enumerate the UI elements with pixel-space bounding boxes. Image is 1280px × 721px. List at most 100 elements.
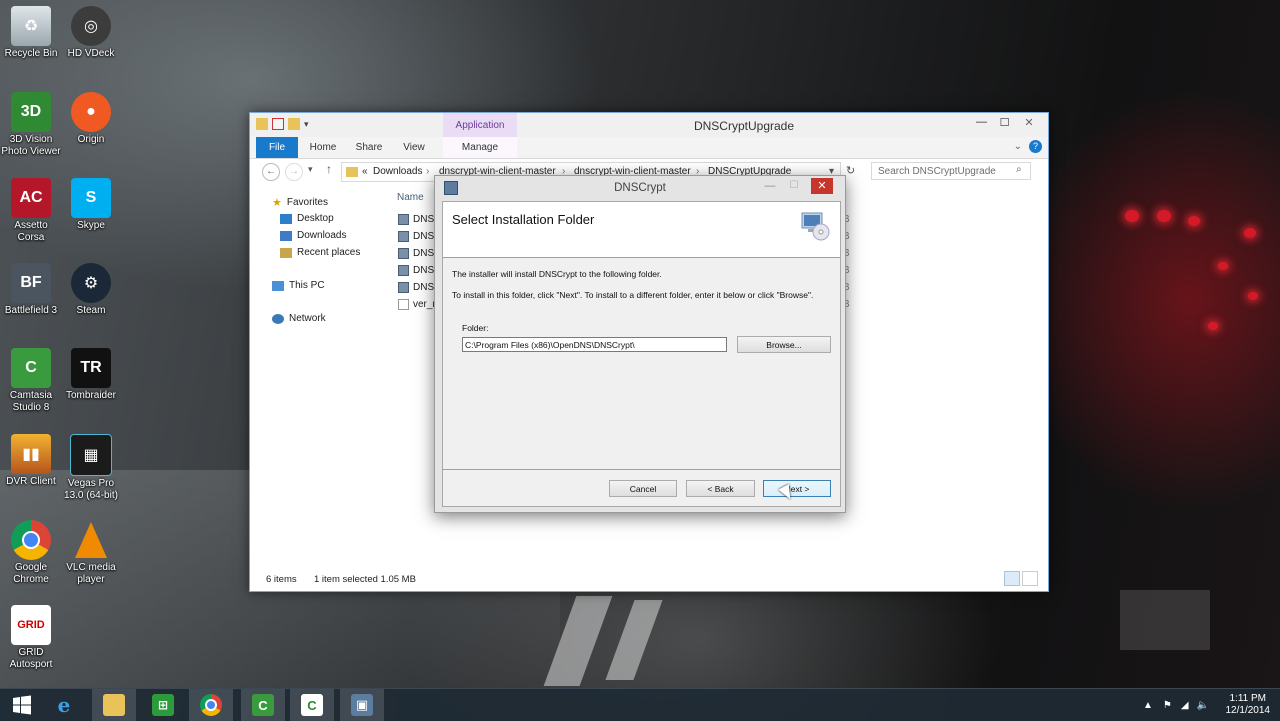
desktop-icon-vlc[interactable]: VLC media player	[60, 520, 122, 586]
minimize-button[interactable]: —	[763, 180, 777, 192]
status-item-count: 6 items	[266, 574, 297, 585]
folder-path-input[interactable]: C:\Program Files (x86)\OpenDNS\DNSCrypt\	[462, 337, 727, 352]
hd-vdeck-icon: ◎	[71, 6, 111, 46]
taskbar-file-explorer[interactable]	[92, 689, 136, 721]
maximize-button[interactable]: ☐	[993, 113, 1016, 131]
taskbar-camtasia[interactable]: C	[290, 689, 334, 721]
installer-file-icon	[398, 265, 409, 276]
show-hidden-icons-icon[interactable]: ▲	[1143, 700, 1153, 711]
browse-button[interactable]: Browse...	[737, 336, 831, 353]
maximize-button[interactable]: ☐	[787, 180, 801, 191]
wallpaper-red-light	[1218, 262, 1228, 270]
start-button[interactable]	[0, 689, 44, 721]
desktop-icon-recycle-bin[interactable]: ♻ Recycle Bin	[0, 6, 62, 60]
wallpaper-red-light	[1157, 210, 1171, 222]
dialog-heading: Select Installation Folder	[452, 212, 595, 227]
status-bar: 6 items 1 item selected 1.05 MB	[250, 570, 1048, 591]
install-instructions: To install in this folder, click "Next".…	[452, 290, 814, 300]
clock-time: 1:11 PM	[1229, 693, 1267, 704]
desktop-icon-battlefield[interactable]: BF Battlefield 3	[0, 263, 62, 317]
desktop-icon-origin[interactable]: ● Origin	[60, 92, 122, 146]
dialog-body: Select Installation Folder The installer…	[442, 201, 841, 507]
up-arrow-icon[interactable]: ↑	[326, 162, 332, 176]
wallpaper-red-light	[1244, 228, 1256, 238]
taskbar-chrome[interactable]	[189, 689, 233, 721]
column-header-name[interactable]: Name	[397, 192, 424, 203]
installer-file-icon	[398, 282, 409, 293]
computer-cd-icon	[801, 212, 830, 241]
tab-file[interactable]: File	[256, 137, 298, 158]
desktop-icon-grid-autosport[interactable]: GRID GRID Autosport	[0, 605, 62, 671]
back-arrow-icon[interactable]: ←	[262, 163, 280, 181]
help-icon[interactable]: ?	[1029, 140, 1042, 153]
desktop-icon	[280, 213, 292, 224]
wallpaper-red-light	[1188, 216, 1200, 226]
tombraider-icon: TR	[71, 348, 111, 388]
camtasia-icon: C	[301, 694, 323, 716]
desktop-icon-hd-vdeck[interactable]: ◎ HD VDeck	[60, 6, 122, 60]
nav-desktop[interactable]: Desktop	[280, 213, 334, 224]
star-icon: ★	[272, 197, 282, 209]
chrome-icon	[200, 694, 222, 716]
nav-this-pc[interactable]: This PC	[272, 280, 325, 291]
taskbar-store[interactable]: ⊞	[141, 689, 185, 721]
cancel-button[interactable]: Cancel	[609, 480, 677, 497]
dialog-titlebar[interactable]: DNSCrypt — ☐ ✕	[435, 176, 845, 200]
desktop-icon-dvr-client[interactable]: ▮▮ DVR Client	[0, 434, 62, 488]
nav-network[interactable]: Network	[272, 313, 326, 324]
taskbar-clock[interactable]: 1:11 PM 12/1/2014	[1226, 693, 1271, 717]
desktop-icon-assetto-corsa[interactable]: AC Assetto Corsa	[0, 178, 62, 244]
volume-icon[interactable]: 🔈	[1197, 700, 1209, 711]
chrome-icon	[11, 520, 51, 560]
recent-locations-chevron-icon[interactable]: ▾	[308, 164, 313, 175]
wallpaper-red-light	[1125, 210, 1139, 222]
forward-arrow-icon[interactable]: →	[285, 163, 303, 181]
search-icon[interactable]: ⌕	[1016, 164, 1022, 175]
installer-file-icon	[398, 248, 409, 259]
nav-recent-places[interactable]: Recent places	[280, 247, 360, 258]
desktop-icon-steam[interactable]: ⚙ Steam	[60, 263, 122, 317]
nav-downloads[interactable]: Downloads	[280, 230, 346, 241]
taskbar-installer[interactable]: ▣	[340, 689, 384, 721]
close-button[interactable]: ✕	[811, 178, 833, 194]
breadcrumb-separator-icon[interactable]: ›	[426, 163, 429, 181]
recycle-bin-icon: ♻	[11, 6, 51, 46]
network-signal-icon[interactable]: ◢	[1181, 700, 1189, 711]
desktop-icon-3d-vision[interactable]: 3D 3D Vision Photo Viewer	[0, 92, 62, 158]
steam-icon: ⚙	[71, 263, 111, 303]
back-button[interactable]: < Back	[686, 480, 755, 497]
installer-file-icon	[398, 214, 409, 225]
search-input[interactable]: Search DNSCryptUpgrade	[871, 162, 1031, 180]
skype-icon: S	[71, 178, 111, 218]
explorer-titlebar[interactable]: ▾ Application Tools DNSCryptUpgrade — ☐ …	[250, 113, 1048, 157]
vlc-icon	[71, 520, 111, 560]
taskbar-camtasia-recorder[interactable]: C	[241, 689, 285, 721]
desktop-icon-tombraider[interactable]: TR Tombraider	[60, 348, 122, 402]
tab-view[interactable]: View	[393, 137, 435, 158]
details-view-button[interactable]	[1004, 571, 1020, 586]
action-center-flag-icon[interactable]: ⚑	[1163, 700, 1172, 711]
desktop-icon-google-chrome[interactable]: Google Chrome	[0, 520, 62, 586]
dnscrypt-installer-dialog[interactable]: DNSCrypt — ☐ ✕ Select Installation Folde…	[434, 175, 846, 513]
desktop-icon-skype[interactable]: S Skype	[60, 178, 122, 232]
breadcrumb-downloads[interactable]: Downloads	[373, 163, 422, 181]
refresh-icon[interactable]: ↻	[846, 164, 855, 177]
breadcrumb-overflow[interactable]: «	[362, 163, 368, 181]
next-button[interactable]: Next >	[763, 480, 831, 497]
large-icons-view-button[interactable]	[1022, 571, 1038, 586]
nav-favorites[interactable]: ★ Favorites	[272, 196, 328, 209]
windows-start-icon	[13, 695, 31, 715]
wallpaper-red-light	[1208, 322, 1218, 330]
tab-home[interactable]: Home	[302, 137, 344, 158]
minimize-button[interactable]: —	[970, 113, 993, 131]
file-row[interactable]: ver_n	[398, 299, 438, 310]
recent-places-icon	[280, 247, 292, 258]
tab-manage[interactable]: Manage	[443, 137, 517, 158]
close-button[interactable]: ✕	[1016, 113, 1042, 131]
window-controls: — ☐ ✕	[970, 113, 1042, 131]
desktop-icon-vegas-pro[interactable]: ▦ Vegas Pro 13.0 (64-bit)	[60, 434, 122, 502]
chevron-down-icon[interactable]: ⌄	[1014, 141, 1022, 152]
taskbar-internet-explorer[interactable]: e	[42, 689, 86, 721]
tab-share[interactable]: Share	[348, 137, 390, 158]
desktop-icon-camtasia[interactable]: C Camtasia Studio 8	[0, 348, 62, 414]
